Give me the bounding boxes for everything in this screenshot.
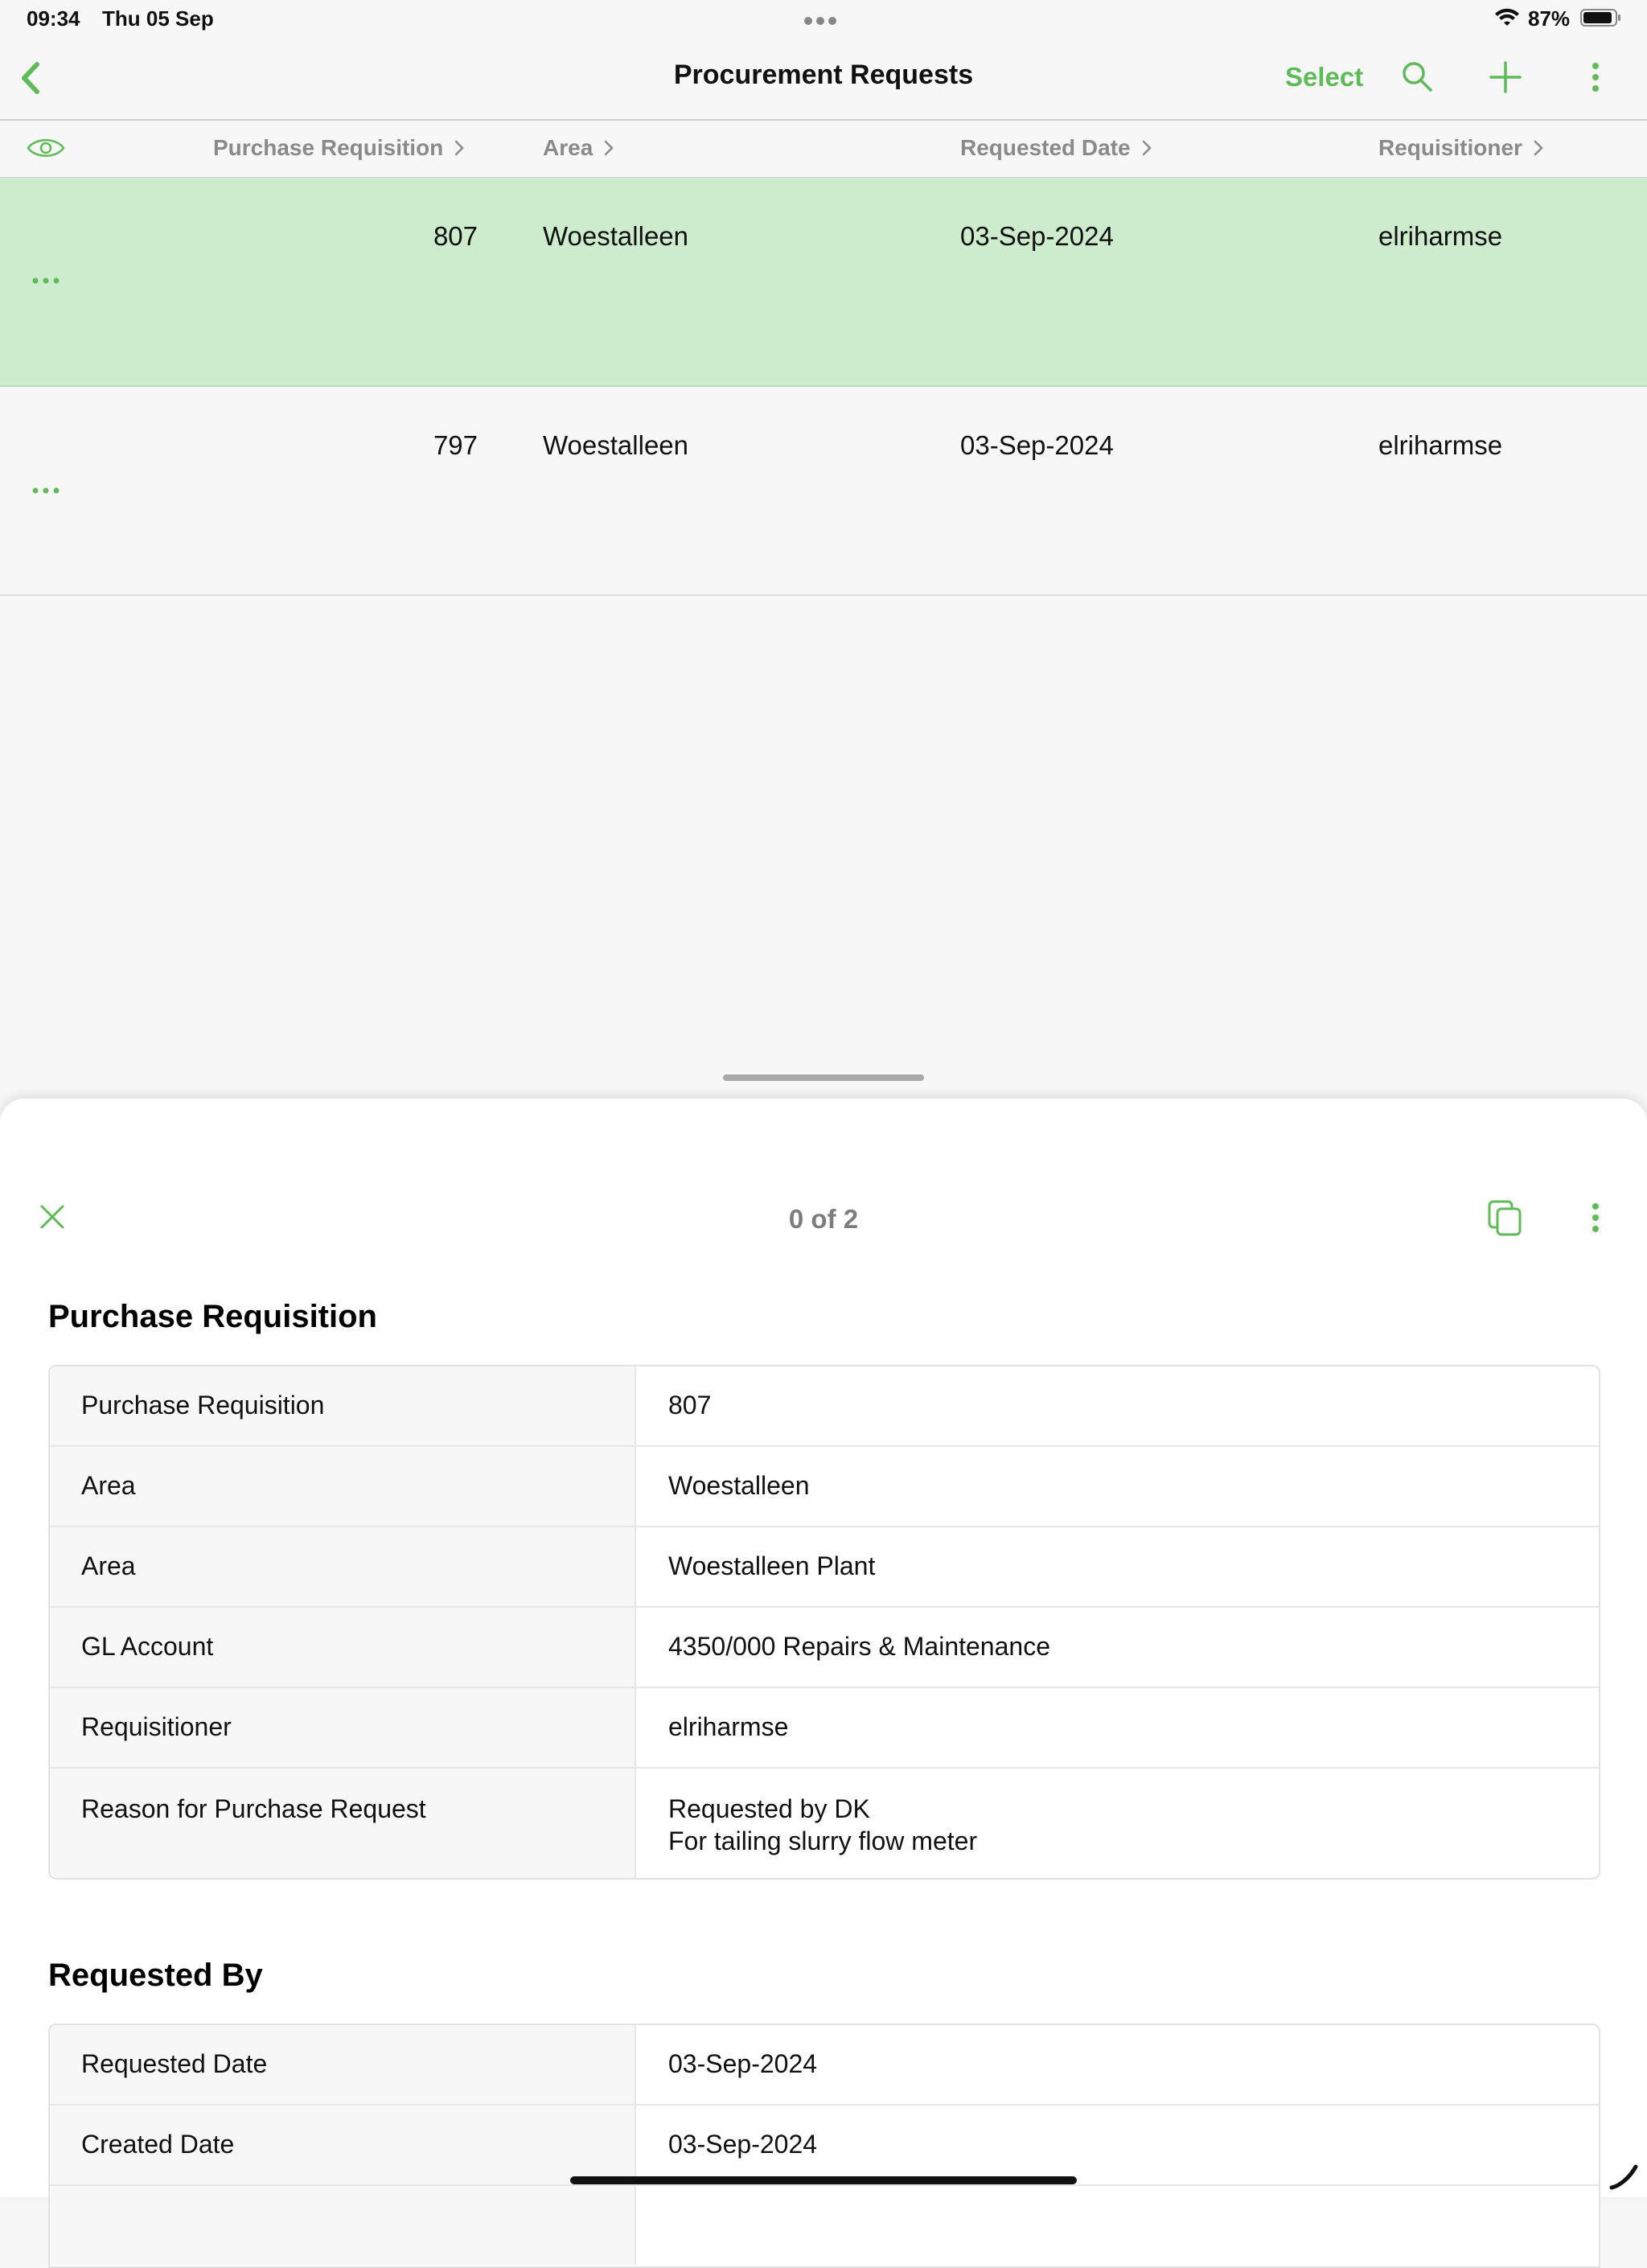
field-value: Woestalleen	[668, 1471, 810, 1500]
wifi-icon	[1495, 8, 1519, 26]
column-header-label: Requested Date	[960, 135, 1131, 160]
multitasking-dots-icon[interactable]	[804, 14, 843, 25]
field-value-line: Requested by DK	[668, 1794, 870, 1823]
section-title: Purchase Requisition	[48, 1299, 377, 1334]
cell-area: Woestalleen	[543, 430, 689, 460]
chevron-right-icon	[1142, 140, 1152, 156]
copy-icon[interactable]	[1486, 1198, 1525, 1237]
detail-row: GL Account 4350/000 Repairs & Maintenanc…	[50, 1608, 1599, 1688]
status-time: 09:34	[27, 6, 80, 31]
phone-icon	[1609, 2164, 1638, 2190]
chevron-right-icon	[605, 140, 614, 156]
sheet-grabber[interactable]	[723, 1074, 924, 1081]
field-label	[50, 2186, 636, 2265]
detail-row: Created Date 03-Sep-2024	[50, 2106, 1599, 2186]
field-label: GL Account	[50, 1608, 636, 1687]
back-chevron-icon[interactable]	[14, 58, 47, 98]
home-indicator[interactable]	[570, 2176, 1077, 2184]
detail-table: Purchase Requisition 807 Area Woestallee…	[48, 1365, 1600, 1880]
eye-icon[interactable]	[26, 135, 66, 161]
status-date: Thu 05 Sep	[102, 6, 214, 31]
more-horizontal-icon[interactable]	[32, 277, 60, 284]
column-header-area[interactable]: Area	[543, 135, 614, 161]
cell-requested-date: 03-Sep-2024	[960, 221, 1114, 251]
close-icon[interactable]	[39, 1203, 66, 1231]
field-value: 03-Sep-2024	[668, 2049, 818, 2078]
more-vertical-icon[interactable]	[1583, 60, 1608, 95]
chevron-right-icon	[455, 140, 465, 156]
field-value: 03-Sep-2024	[668, 2130, 818, 2159]
detail-row: Requested Date 03-Sep-2024	[50, 2025, 1599, 2106]
field-value-line: For tailing slurry flow meter	[668, 1826, 978, 1855]
field-label: Reason for Purchase Request	[50, 1769, 636, 1878]
detail-row: Area Woestalleen Plant	[50, 1527, 1599, 1608]
cell-purchase-requisition: 797	[433, 430, 478, 460]
search-icon[interactable]	[1400, 60, 1434, 93]
column-header-requisitioner[interactable]: Requisitioner	[1378, 135, 1543, 161]
cell-requisitioner: elriharmse	[1378, 221, 1503, 251]
field-value: 807	[668, 1391, 712, 1420]
column-header-label: Area	[543, 135, 593, 160]
field-value: Woestalleen Plant	[668, 1551, 876, 1580]
cell-purchase-requisition: 807	[433, 221, 478, 251]
more-horizontal-icon[interactable]	[32, 487, 60, 494]
field-label: Created Date	[50, 2106, 636, 2184]
detail-row: Reason for Purchase Request Requested by…	[50, 1769, 1599, 1878]
section-title: Requested By	[48, 1958, 263, 1993]
detail-row: Area Woestalleen	[50, 1447, 1599, 1527]
more-vertical-icon[interactable]	[1583, 1198, 1608, 1237]
column-header-label: Requisitioner	[1378, 135, 1522, 160]
detail-row: Requisitioner elriharmse	[50, 1688, 1599, 1769]
field-label: Requisitioner	[50, 1688, 636, 1767]
field-label: Purchase Requisition	[50, 1366, 636, 1445]
column-header-purchase-requisition[interactable]: Purchase Requisition	[213, 135, 465, 161]
cell-requisitioner: elriharmse	[1378, 430, 1503, 460]
battery-icon	[1580, 9, 1620, 27]
column-header-label: Purchase Requisition	[213, 135, 444, 160]
field-value	[636, 2186, 1599, 2265]
field-value: elriharmse	[668, 1712, 789, 1741]
field-label: Area	[50, 1447, 636, 1526]
detail-table: Requested Date 03-Sep-2024 Created Date …	[48, 2024, 1600, 2268]
table-row[interactable]	[0, 387, 1647, 596]
column-header-requested-date[interactable]: Requested Date	[960, 135, 1152, 161]
detail-row	[50, 2186, 1599, 2265]
cell-requested-date: 03-Sep-2024	[960, 430, 1114, 460]
field-label: Requested Date	[50, 2025, 636, 2104]
chevron-right-icon	[1534, 140, 1543, 156]
battery-percentage: 87%	[1528, 6, 1571, 31]
field-value: 4350/000 Repairs & Maintenance	[668, 1632, 1050, 1661]
cell-area: Woestalleen	[543, 221, 689, 251]
detail-row: Purchase Requisition 807	[50, 1366, 1599, 1447]
table-row[interactable]	[0, 178, 1647, 387]
field-value: Requested by DK For tailing slurry flow …	[636, 1769, 1599, 1878]
field-label: Area	[50, 1527, 636, 1606]
select-button[interactable]: Select	[1285, 62, 1363, 92]
plus-icon[interactable]	[1488, 60, 1523, 95]
